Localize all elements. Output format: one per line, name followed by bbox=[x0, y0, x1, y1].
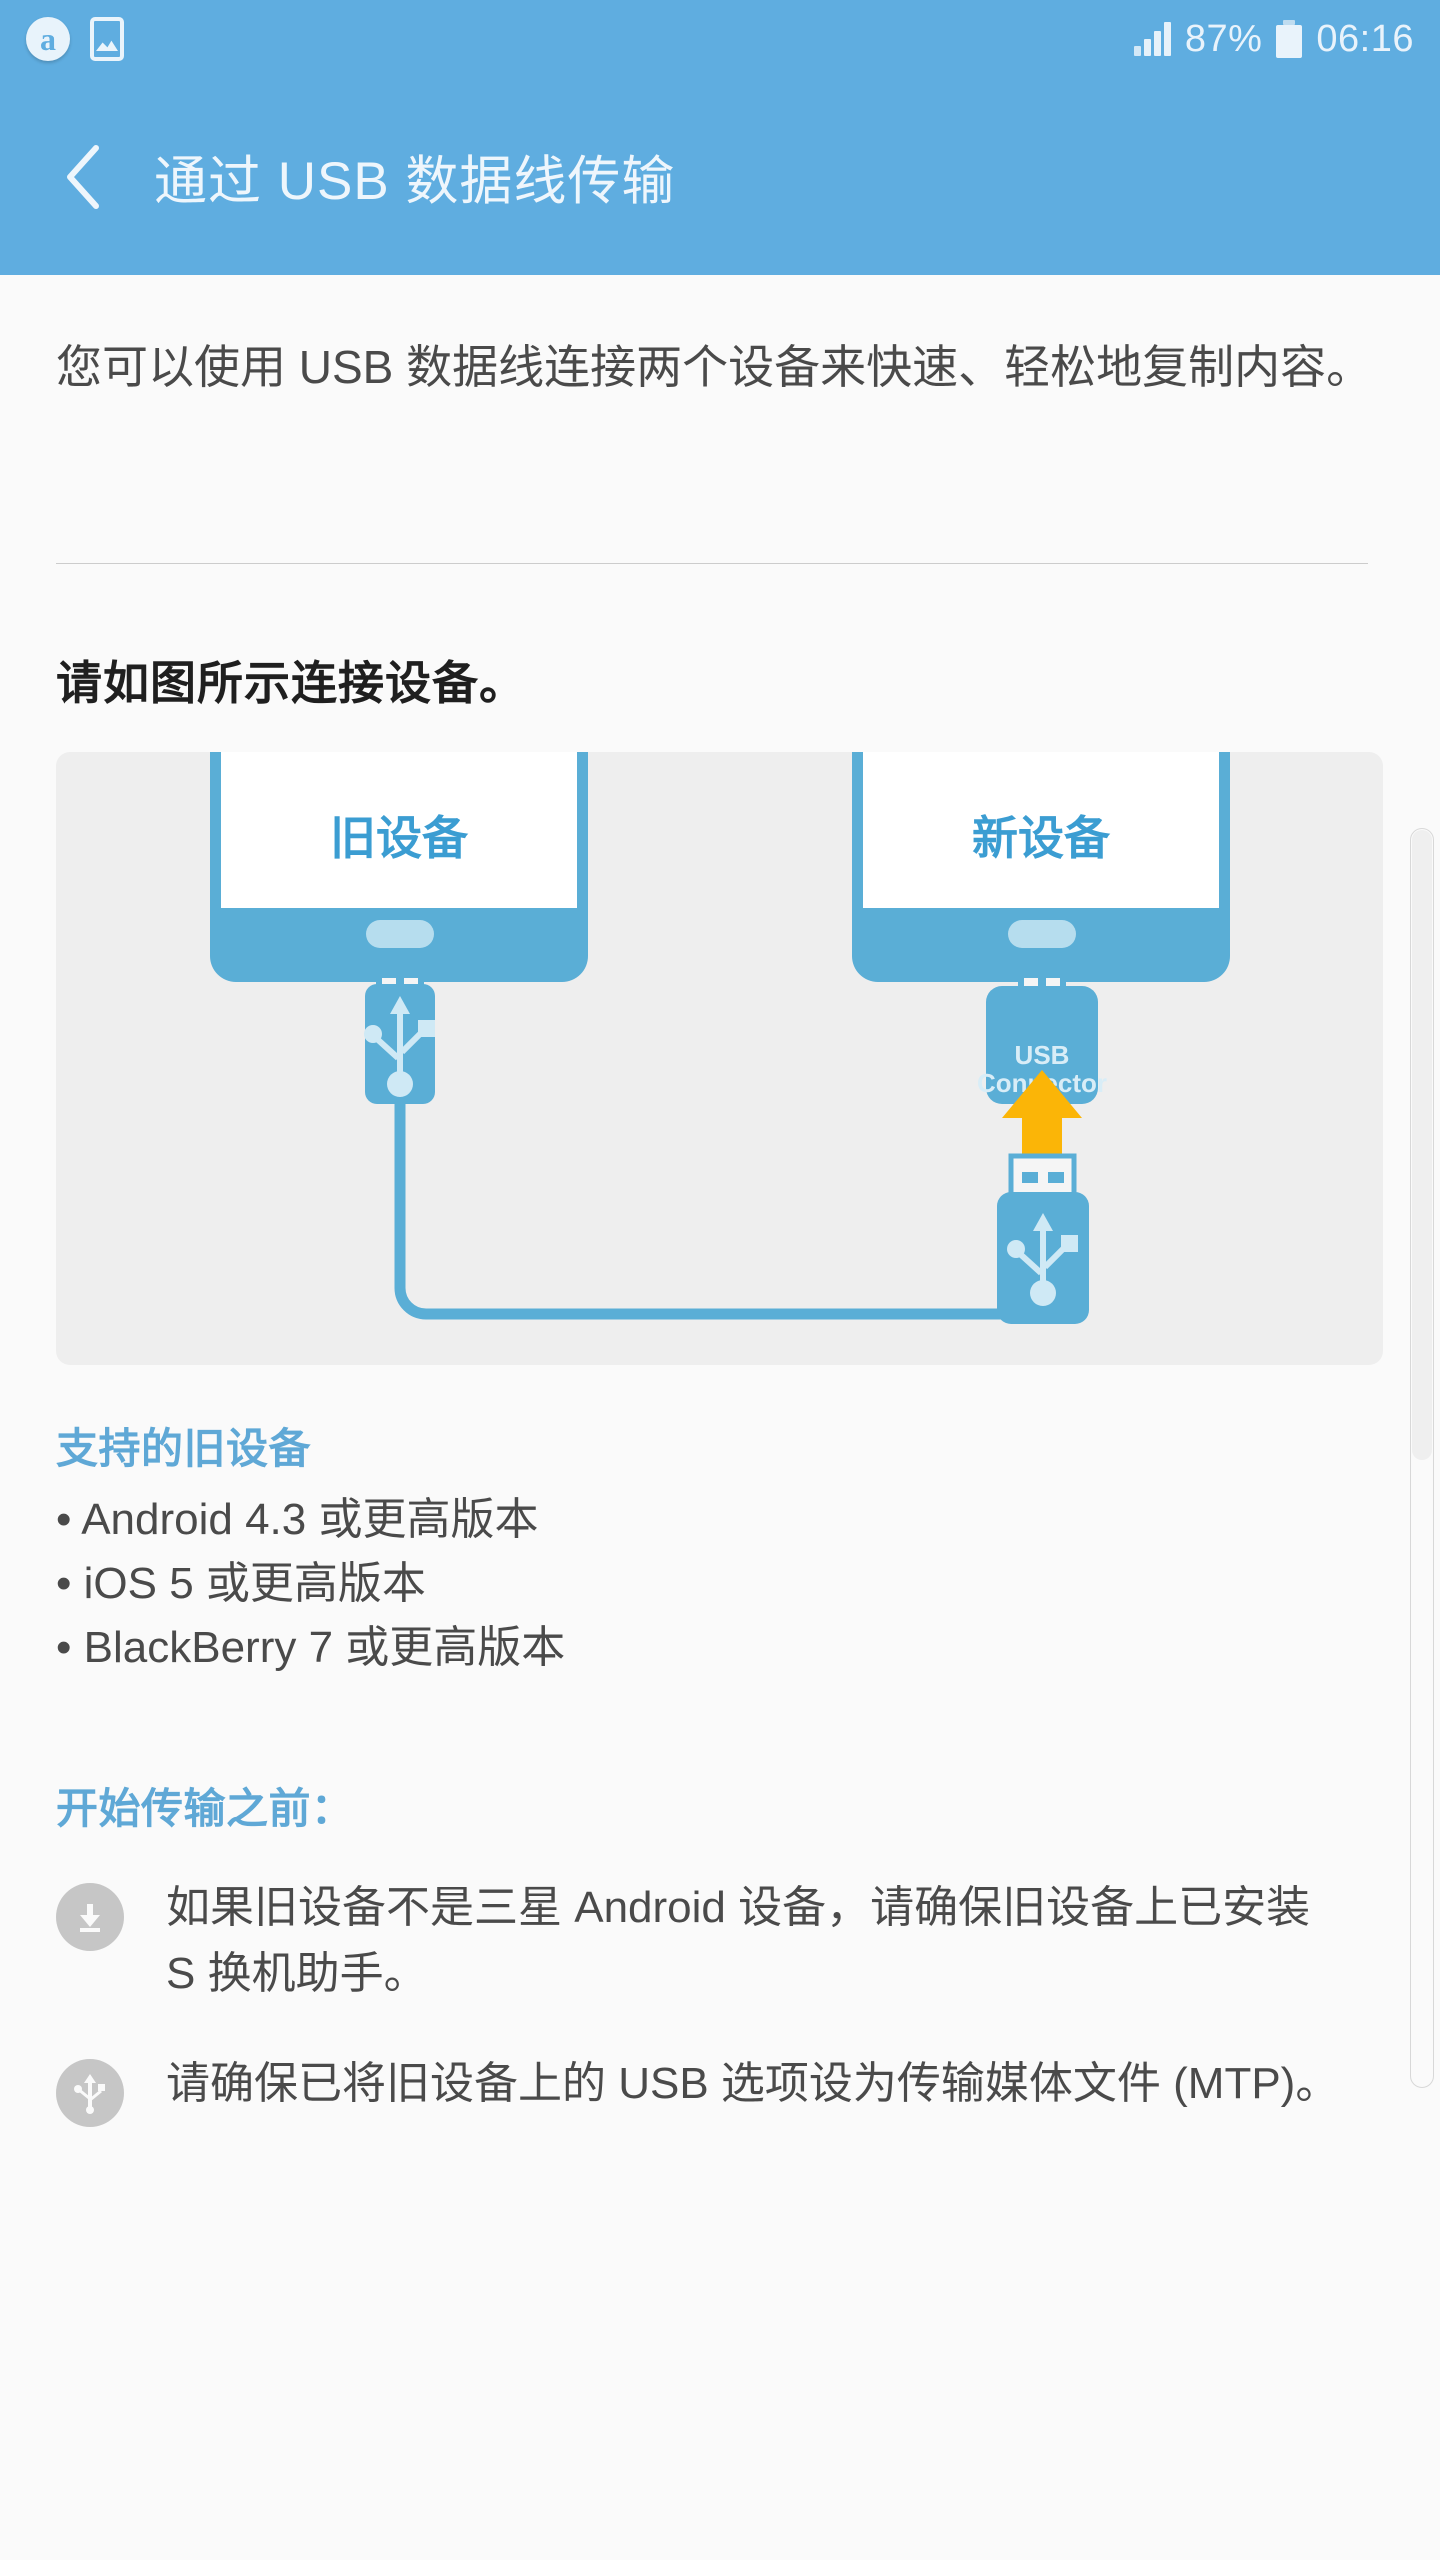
download-icon bbox=[56, 1883, 124, 1951]
intro-paragraph: 您可以使用 USB 数据线连接两个设备来快速、轻松地复制内容。 bbox=[56, 341, 1373, 393]
list-item: 请确保已将旧设备上的 USB 选项设为传输媒体文件 (MTP)。 bbox=[56, 2051, 1386, 2127]
section-heading: 请如图所示连接设备。 bbox=[56, 657, 526, 709]
list-item: • BlackBerry 7 或更高版本 bbox=[56, 1622, 566, 1672]
before-transfer-notes: 如果旧设备不是三星 Android 设备，请确保旧设备上已安装 S 换机助手。 … bbox=[56, 1875, 1386, 2171]
new-device-label: 新设备 bbox=[972, 812, 1111, 864]
old-device-label: 旧设备 bbox=[330, 812, 469, 864]
status-bar-left-icons: a bbox=[26, 17, 124, 61]
section-divider bbox=[56, 563, 1368, 564]
supported-devices-list: • Android 4.3 或更高版本 • iOS 5 或更高版本 • Blac… bbox=[56, 1488, 1376, 1679]
status-bar: a 87% 06:16 bbox=[0, 0, 1440, 78]
clock-label: 06:16 bbox=[1316, 17, 1414, 60]
status-bar-right-icons: 87% 06:16 bbox=[1133, 17, 1414, 61]
supported-devices-heading: 支持的旧设备 bbox=[56, 1425, 312, 1472]
usb-connector-label-line1: USB bbox=[1015, 1040, 1070, 1070]
battery-icon bbox=[1276, 20, 1303, 58]
page-content: 您可以使用 USB 数据线连接两个设备来快速、轻松地复制内容。 请如图所示连接设… bbox=[0, 275, 1440, 2560]
list-item: • Android 4.3 或更高版本 bbox=[56, 1495, 539, 1544]
note-text: 请确保已将旧设备上的 USB 选项设为传输媒体文件 (MTP)。 bbox=[166, 2059, 1340, 2108]
note-text: 如果旧设备不是三星 Android 设备，请确保旧设备上已安装 S 换机助手。 bbox=[166, 1883, 1311, 1998]
image-icon bbox=[90, 17, 124, 61]
connection-illustration: USB Connector bbox=[56, 752, 1383, 1365]
before-transfer-heading: 开始传输之前： bbox=[56, 1785, 354, 1832]
phone-screen: a 87% 06:16 通过 USB 数据线传输 您可以使用 USB 数据线连接… bbox=[0, 0, 1440, 2560]
app-badge-icon: a bbox=[26, 17, 70, 61]
illustration-graphic: USB Connector bbox=[210, 752, 1230, 1324]
app-bar: 通过 USB 数据线传输 bbox=[0, 78, 1440, 275]
page-title: 通过 USB 数据线传输 bbox=[154, 151, 676, 211]
usb-icon bbox=[56, 2059, 124, 2127]
signal-bars-icon bbox=[1133, 22, 1171, 56]
scrollbar-thumb[interactable] bbox=[1412, 830, 1432, 1460]
list-item: 如果旧设备不是三星 Android 设备，请确保旧设备上已安装 S 换机助手。 bbox=[56, 1875, 1386, 2007]
back-chevron-icon[interactable] bbox=[52, 144, 114, 209]
list-item: • iOS 5 或更高版本 bbox=[56, 1558, 426, 1608]
battery-percent-label: 87% bbox=[1184, 17, 1263, 60]
